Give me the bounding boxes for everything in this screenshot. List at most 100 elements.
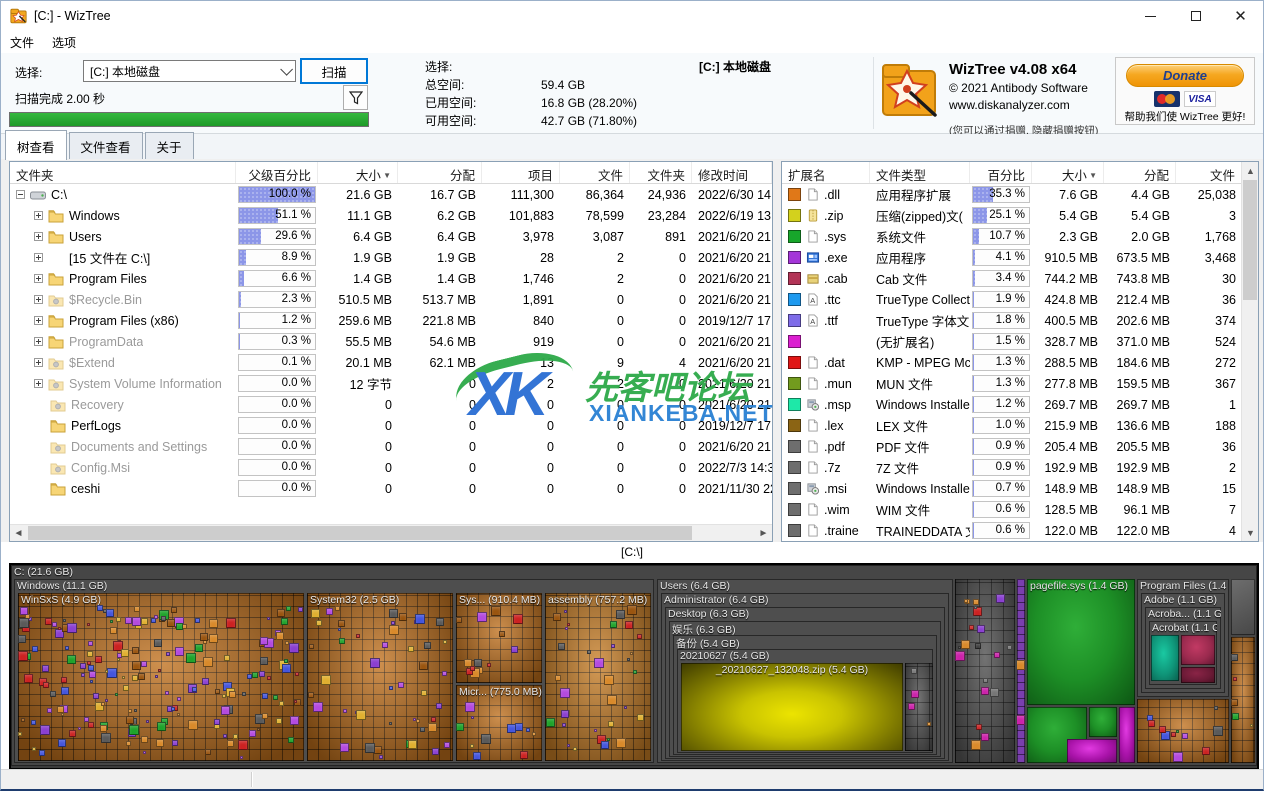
table-row[interactable]: .cab Cab 文件 3.4 % 744.2 MB 743.8 MB 30: [782, 268, 1258, 289]
table-row[interactable]: .7z 7Z 文件 0.9 % 192.9 MB 192.9 MB 2: [782, 457, 1258, 478]
expand-icon[interactable]: [34, 337, 43, 346]
treemap-block[interactable]: pagefile.sys (1.4 GB): [1027, 579, 1135, 705]
table-row[interactable]: $Extend 0.1 % 20.1 MB 62.1 MB 13 9 4 2021/6/20 …: [10, 352, 772, 373]
column-header[interactable]: 分配: [1104, 162, 1176, 183]
table-row[interactable]: .pdf PDF 文件 0.9 % 205.4 MB 205.5 MB 36: [782, 436, 1258, 457]
treemap-block[interactable]: Sys... (910.4 MB): [456, 593, 542, 683]
scroll-right-icon[interactable]: ►: [755, 525, 772, 541]
menu-item-file[interactable]: 文件: [1, 32, 43, 53]
treemap-tile[interactable]: [1231, 637, 1255, 763]
scrollbar-thumb[interactable]: [28, 526, 692, 540]
expand-icon[interactable]: [34, 274, 43, 283]
treemap-tile[interactable]: [1231, 579, 1255, 635]
treemap-block[interactable]: Micr... (775.0 MB): [456, 685, 542, 761]
table-row[interactable]: A .ttc TrueType Collect 1.9 % 424.8 MB 212.4 …: [782, 289, 1258, 310]
column-header[interactable]: 项目: [482, 162, 560, 183]
treemap-tile[interactable]: [955, 579, 1015, 763]
column-header[interactable]: 文件: [560, 162, 630, 183]
treemap-block[interactable]: WinSxS (4.9 GB): [18, 593, 304, 761]
column-header[interactable]: 文件夹: [630, 162, 692, 183]
tab-文件查看[interactable]: 文件查看: [68, 132, 143, 160]
table-row[interactable]: .lex LEX 文件 1.0 % 215.9 MB 136.6 MB 188: [782, 415, 1258, 436]
items-cell: 0: [547, 481, 554, 496]
table-row[interactable]: Program Files (x86) 1.2 % 259.6 MB 221.8 MB…: [10, 310, 772, 331]
table-row[interactable]: .dll 应用程序扩展 35.3 % 7.6 GB 4.4 GB 25,038: [782, 184, 1258, 205]
treemap-block[interactable]: _20210627_132048.zip (5.4 GB): [681, 663, 903, 751]
table-row[interactable]: Recovery 0.0 % 0 0 0 0 0 2021/6/20 21:1: [10, 394, 772, 415]
drive-select[interactable]: [C:] 本地磁盘: [83, 60, 296, 82]
tab-关于[interactable]: 关于: [144, 132, 194, 160]
treemap-tile[interactable]: [1181, 635, 1215, 665]
table-row[interactable]: .exe 应用程序 4.1 % 910.5 MB 673.5 MB 3,468: [782, 247, 1258, 268]
table-row[interactable]: .wim WIM 文件 0.6 % 128.5 MB 96.1 MB 7: [782, 499, 1258, 520]
table-row[interactable]: ceshi 0.0 % 0 0 0 0 0 2021/11/30 22: [10, 478, 772, 499]
table-row[interactable]: .traine TRAINEDDATA 文 0.6 % 122.0 MB 122.0 M…: [782, 520, 1258, 541]
vertical-scrollbar[interactable]: ▲ ▼: [1241, 162, 1258, 541]
collapse-icon[interactable]: [16, 190, 25, 199]
treemap-tile[interactable]: [1151, 635, 1179, 681]
expand-icon[interactable]: [34, 253, 43, 262]
scroll-down-icon[interactable]: ▼: [1242, 524, 1258, 541]
percent-bar-fill: [239, 208, 278, 223]
column-header[interactable]: 文件类型: [870, 162, 970, 183]
treemap-tile[interactable]: [1137, 699, 1229, 763]
table-row[interactable]: ProgramData 0.3 % 55.5 MB 54.6 MB 919 0 0 2021/…: [10, 331, 772, 352]
expand-icon[interactable]: [34, 211, 43, 220]
treemap-tile[interactable]: [1089, 707, 1117, 737]
donate-button[interactable]: Donate: [1126, 64, 1244, 87]
items-cell: 2: [547, 376, 554, 391]
website-link[interactable]: www.diskanalyzer.com: [949, 98, 1119, 112]
table-row[interactable]: .mun MUN 文件 1.3 % 277.8 MB 159.5 MB 367: [782, 373, 1258, 394]
expand-icon[interactable]: [34, 316, 43, 325]
table-row[interactable]: C:\ 100.0 % 21.6 GB 16.7 GB 111,300 86,364 24,…: [10, 184, 772, 205]
treemap-block[interactable]: System32 (2.5 GB): [307, 593, 453, 761]
expand-icon[interactable]: [34, 379, 43, 388]
table-row[interactable]: Documents and Settings 0.0 % 0 0 0 0 0 2021/6/2…: [10, 436, 772, 457]
treemap-tile[interactable]: [1017, 579, 1025, 763]
treemap-tile[interactable]: [1067, 739, 1117, 763]
table-row[interactable]: .msi Windows Installe 0.7 % 148.9 MB 148.9 M…: [782, 478, 1258, 499]
treemap-tile[interactable]: [905, 663, 933, 751]
table-row[interactable]: .sys 系统文件 10.7 % 2.3 GB 2.0 GB 1,768: [782, 226, 1258, 247]
close-button[interactable]: ✕: [1218, 1, 1263, 31]
table-row[interactable]: PerfLogs 0.0 % 0 0 0 0 0 2019/12/7 17:1: [10, 415, 772, 436]
column-header[interactable]: 分配: [398, 162, 482, 183]
column-header[interactable]: 修改时间: [692, 162, 772, 183]
treemap-tile[interactable]: [1181, 667, 1215, 683]
column-header[interactable]: 大小 ▼: [318, 162, 398, 183]
scroll-up-icon[interactable]: ▲: [1242, 162, 1258, 179]
table-row[interactable]: .dat KMP - MPEG Mc 1.3 % 288.5 MB 184.6 MB 27…: [782, 352, 1258, 373]
column-header[interactable]: 扩展名: [782, 162, 870, 183]
table-row[interactable]: System Volume Information 0.0 % 12 字节 0 2 2 0 2…: [10, 373, 772, 394]
table-row[interactable]: $Recycle.Bin 2.3 % 510.5 MB 513.7 MB 1,891 0 0…: [10, 289, 772, 310]
treemap-block[interactable]: assembly (757.2 MB): [545, 593, 651, 761]
filter-button[interactable]: [343, 85, 368, 110]
table-row[interactable]: Users 29.6 % 6.4 GB 6.4 GB 3,978 3,087 891 2021…: [10, 226, 772, 247]
column-header[interactable]: 大小 ▼: [1032, 162, 1104, 183]
scrollbar-thumb[interactable]: [1243, 180, 1257, 300]
horizontal-scrollbar[interactable]: ◄ ►: [10, 524, 772, 541]
column-header[interactable]: 文件夹: [10, 162, 236, 183]
table-row[interactable]: .zip 压缩(zipped)文(25.1 % 5.4 GB 5.4 GB 3: [782, 205, 1258, 226]
table-row[interactable]: [15 文件在 C:\] 8.9 % 1.9 GB 1.9 GB 28 2 0 2021/6/…: [10, 247, 772, 268]
scroll-left-icon[interactable]: ◄: [10, 525, 27, 541]
table-row[interactable]: A .ttf TrueType 字体文 1.8 % 400.5 MB 202.6 MB 37…: [782, 310, 1258, 331]
minimize-button[interactable]: [1128, 1, 1173, 31]
table-row[interactable]: Program Files 6.6 % 1.4 GB 1.4 GB 1,746 2 0 202…: [10, 268, 772, 289]
column-header[interactable]: 百分比: [970, 162, 1032, 183]
scan-button[interactable]: 扫描: [300, 58, 368, 84]
table-row[interactable]: Config.Msi 0.0 % 0 0 0 0 0 2022/7/3 14:33: [10, 457, 772, 478]
treemap-tile[interactable]: [1119, 707, 1135, 763]
expand-icon[interactable]: [34, 295, 43, 304]
menu-item-options[interactable]: 选项: [43, 32, 85, 53]
column-header[interactable]: 父级百分比: [236, 162, 318, 183]
table-row[interactable]: Windows 51.1 % 11.1 GB 6.2 GB 101,883 78,599 2…: [10, 205, 772, 226]
table-row[interactable]: .msp Windows Installe 1.2 % 269.7 MB 269.7 M…: [782, 394, 1258, 415]
column-header[interactable]: 文件: [1176, 162, 1242, 183]
table-row[interactable]: (无扩展名) 1.5 % 328.7 MB 371.0 MB 524: [782, 331, 1258, 352]
tab-树查看[interactable]: 树查看: [5, 130, 67, 160]
treemap[interactable]: C: (21.6 GB) Windows (11.1 GB) WinSxS (4.9…: [9, 563, 1259, 770]
expand-icon[interactable]: [34, 232, 43, 241]
maximize-button[interactable]: [1173, 1, 1218, 31]
expand-icon[interactable]: [34, 358, 43, 367]
